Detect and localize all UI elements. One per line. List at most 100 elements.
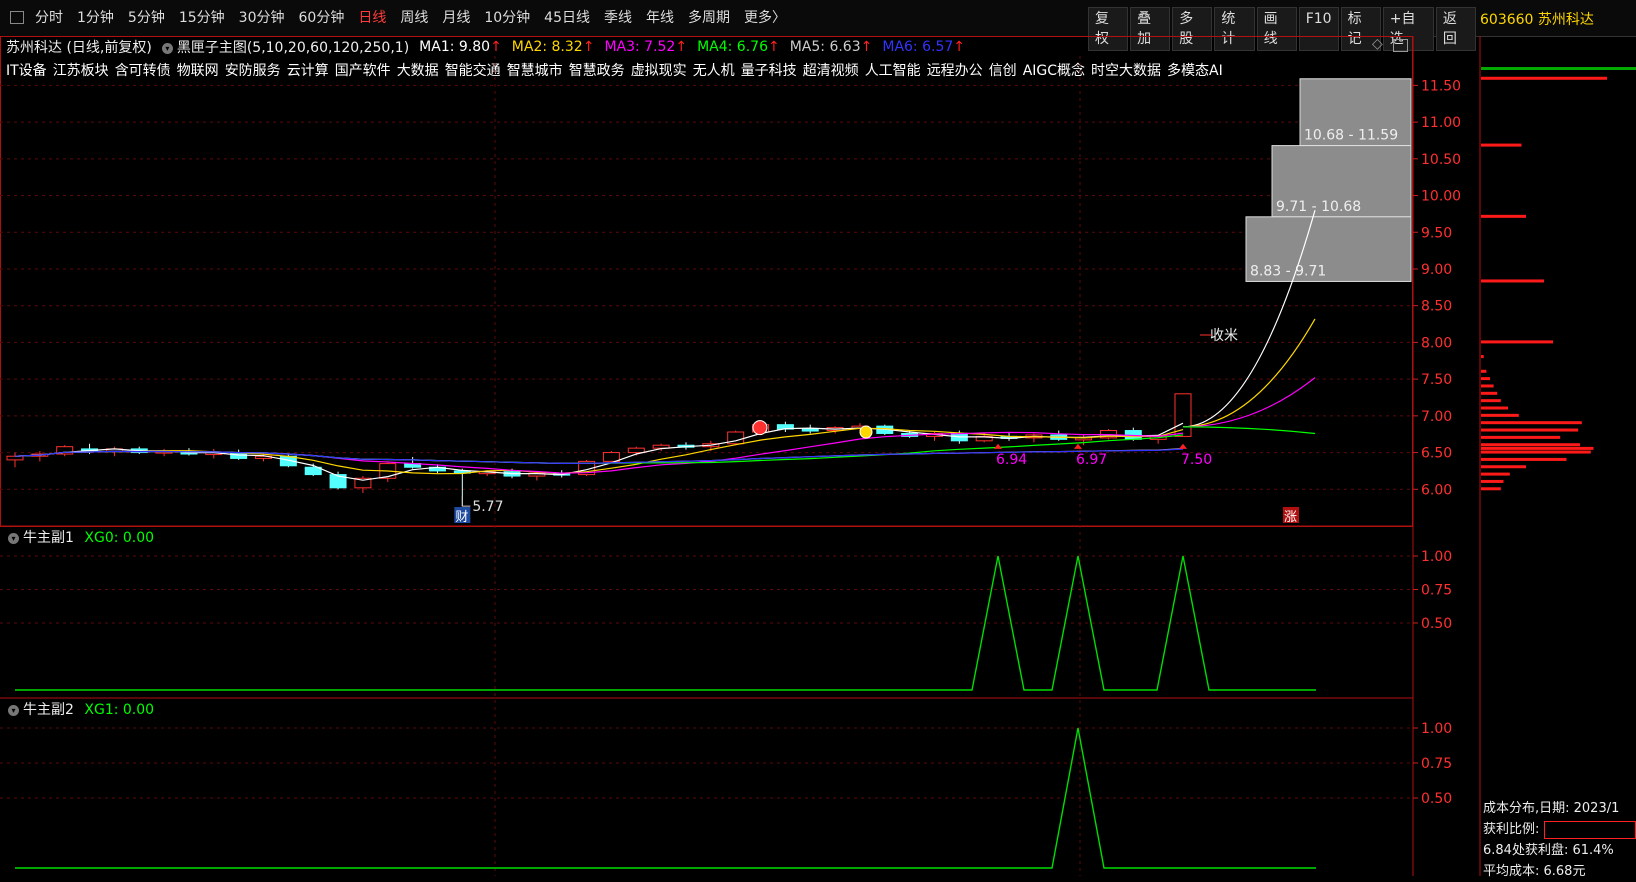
y-tick-label: 6.50: [1421, 446, 1452, 462]
candle: [801, 428, 819, 432]
up-marker-icon: [1074, 443, 1082, 449]
cost-bar: [1481, 428, 1579, 432]
cost-bar: [1481, 413, 1519, 417]
y-tick-label: 0.75: [1421, 756, 1452, 772]
period-tab[interactable]: 60分钟: [292, 8, 352, 28]
candle: [602, 452, 620, 462]
up-marker-icon: [1179, 443, 1187, 449]
avg-cost: 平均成本: 6.68元: [1483, 864, 1586, 879]
cost-bar: [1481, 76, 1607, 80]
sub2-name: 牛主副2: [23, 702, 74, 718]
cost-bar: [1481, 450, 1591, 454]
event-icon: [859, 425, 873, 439]
cost-bar: [1481, 465, 1526, 469]
cost-bar: [1481, 369, 1487, 373]
cost-bar: [1481, 279, 1544, 283]
period-tab[interactable]: 1分钟: [70, 8, 121, 28]
cost-bar: [1481, 446, 1594, 450]
period-tab[interactable]: 10分钟: [477, 8, 537, 28]
sub1-label: ▾ 牛主副1 XG0: 0.00: [8, 527, 154, 547]
cost-bar: [1481, 391, 1498, 395]
period-tab[interactable]: 周线: [393, 8, 435, 28]
cost-bar: [1481, 443, 1580, 447]
y-tick-label: 6.00: [1421, 482, 1452, 498]
cost-date: 成本分布,日期: 2023/1: [1483, 801, 1620, 816]
cost-bar: [1481, 472, 1510, 476]
zhang-label: 涨: [1284, 510, 1297, 525]
y-tick-label: 9.00: [1421, 262, 1452, 278]
period-tab[interactable]: 日线: [351, 8, 393, 28]
cost-bar: [1481, 214, 1526, 218]
cost-bar: [1481, 399, 1501, 403]
ma-projection: [1182, 426, 1316, 435]
y-tick-label: 0.50: [1421, 616, 1452, 632]
cost-bar: [1481, 487, 1501, 491]
period-tab[interactable]: 分时: [28, 8, 70, 28]
y-tick-label: 1.00: [1421, 721, 1452, 737]
cost-bar: [1481, 355, 1484, 359]
period-tab[interactable]: 30分钟: [232, 8, 292, 28]
cost-zone-label: 9.71 - 10.68: [1276, 199, 1361, 215]
profit-ratio-bar: [1543, 820, 1636, 839]
cost-distribution-panel: [1481, 67, 1636, 491]
period-tab[interactable]: 月线: [435, 8, 477, 28]
y-tick-label: 8.50: [1421, 299, 1452, 315]
period-tab[interactable]: 季线: [597, 8, 639, 28]
up-marker-icon: [994, 443, 1002, 449]
candle: [6, 455, 24, 461]
cost-line-top: [1481, 67, 1636, 71]
top-toolbar: 分时 1分钟 5分钟 15分钟 30分钟 60分钟 日线 周线 月线 10分钟 45日线 季线 年线 多周…: [0, 0, 1636, 51]
stock-code-name: 603660 苏州科达: [1480, 12, 1594, 28]
y-tick-label: 7.00: [1421, 409, 1452, 425]
y-tick-label: 10.50: [1421, 152, 1461, 168]
y-tick-label: 0.50: [1421, 791, 1452, 807]
ma-projection: [1182, 377, 1316, 428]
low-marker: [461, 496, 471, 507]
cost-zone-label: 10.68 - 11.59: [1304, 128, 1398, 144]
cost-bar: [1481, 384, 1494, 388]
y-tick-label: 1.00: [1421, 549, 1452, 565]
sub1-name: 牛主副1: [23, 530, 74, 546]
y-tick-label: 10.00: [1421, 189, 1461, 205]
cost-bar: [1481, 406, 1508, 410]
period-tab[interactable]: 15分钟: [172, 8, 232, 28]
y-tick-label: 0.75: [1421, 583, 1452, 599]
cost-bar: [1481, 457, 1567, 461]
sub2-label: ▾ 牛主副2 XG1: 0.00: [8, 699, 154, 719]
chart-area: 11.50 11.00 10.50 10.00 9.50 9.00 8.50 8.00 7.50…: [0, 36, 1481, 876]
profit-line: 6.84处获利盘: 61.4%: [1483, 843, 1614, 858]
event-icon: [752, 420, 768, 436]
sub2-value: XG1: 0.00: [84, 702, 155, 718]
cost-bar: [1481, 340, 1553, 344]
y-tick-label: 11.50: [1421, 78, 1461, 94]
y-tick-label: 11.00: [1421, 115, 1461, 131]
period-tab[interactable]: 多周期: [681, 8, 737, 28]
y-tick-label: 8.00: [1421, 335, 1452, 351]
period-tab[interactable]: 更多〉: [737, 8, 793, 28]
low-price-label: 5.77: [472, 499, 503, 515]
profit-label: 获利比例:: [1483, 822, 1540, 837]
signal-price-label: 6.94: [996, 452, 1027, 468]
cost-bar: [1481, 435, 1561, 439]
sub1-value: XG0: 0.00: [84, 530, 155, 546]
period-tab[interactable]: 45日线: [537, 8, 597, 28]
cost-bar: [1481, 143, 1522, 147]
y-tick-label: 9.50: [1421, 225, 1452, 241]
signal-price-label: 6.97: [1076, 452, 1107, 468]
cost-info: 成本分布,日期: 2023/1 获利比例: 6.84处获利盘: 61.4% 平均…: [1483, 798, 1636, 882]
cost-zone-label: 8.83 - 9.71: [1250, 263, 1326, 279]
period-tab[interactable]: 年线: [639, 8, 681, 28]
period-tab[interactable]: 5分钟: [121, 8, 172, 28]
chevron-down-icon[interactable]: ▾: [8, 704, 19, 716]
y-tick-label: 7.50: [1421, 372, 1452, 388]
chevron-down-icon[interactable]: ▾: [8, 532, 19, 544]
candle: [627, 447, 645, 454]
signal-price-label: 7.50: [1181, 452, 1212, 468]
shoumi-label: 收米: [1210, 328, 1238, 344]
cost-bar: [1481, 421, 1582, 425]
cai-label: 财: [455, 510, 468, 525]
menu-icon[interactable]: [10, 11, 24, 24]
period-tabs: 分时 1分钟 5分钟 15分钟 30分钟 60分钟 日线 周线 月线 10分钟 45日线 季线 年线 多周…: [28, 8, 793, 28]
cost-bar: [1481, 479, 1504, 483]
profit-ratio-row: 获利比例:: [1483, 819, 1636, 840]
